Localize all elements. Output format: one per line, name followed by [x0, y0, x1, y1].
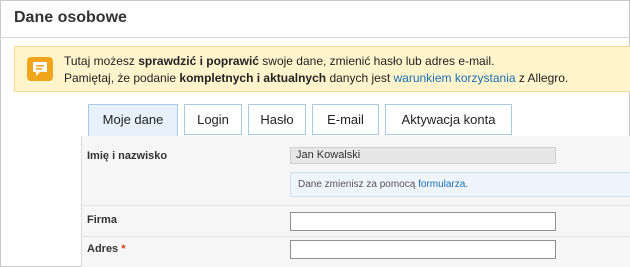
page-title: Dane osobowe: [14, 9, 127, 26]
info-line-1: Tutaj możesz sprawdzić i poprawić swoje …: [64, 54, 495, 68]
name-hint: Dane zmienisz za pomocą formularza.: [290, 172, 630, 197]
info-line-2: Pamiętaj, że podanie kompletnych i aktua…: [64, 71, 569, 85]
form-link[interactable]: formularza: [418, 179, 465, 190]
speech-bubble-icon: [27, 57, 53, 81]
terms-link[interactable]: warunkiem korzystania: [394, 71, 516, 85]
title-divider: [0, 37, 630, 38]
company-input[interactable]: [290, 212, 556, 231]
tab-haslo[interactable]: Hasło: [248, 104, 306, 135]
address-label: Adres *: [87, 243, 126, 255]
tab-email[interactable]: E-mail: [312, 104, 379, 135]
tab-moje-dane[interactable]: Moje dane: [88, 104, 178, 137]
required-asterisk: *: [121, 243, 126, 255]
row-divider: [81, 205, 630, 206]
name-label: Imię i nazwisko: [87, 150, 168, 162]
address-input[interactable]: [290, 240, 556, 259]
tab-aktywacja-konta[interactable]: Aktywacja konta: [385, 104, 512, 135]
row-divider: [81, 236, 630, 237]
info-message-box: Tutaj możesz sprawdzić i poprawić swoje …: [14, 46, 630, 92]
name-field-readonly: Jan Kowalski: [290, 147, 556, 164]
company-label: Firma: [87, 214, 117, 226]
tab-login[interactable]: Login: [184, 104, 242, 135]
